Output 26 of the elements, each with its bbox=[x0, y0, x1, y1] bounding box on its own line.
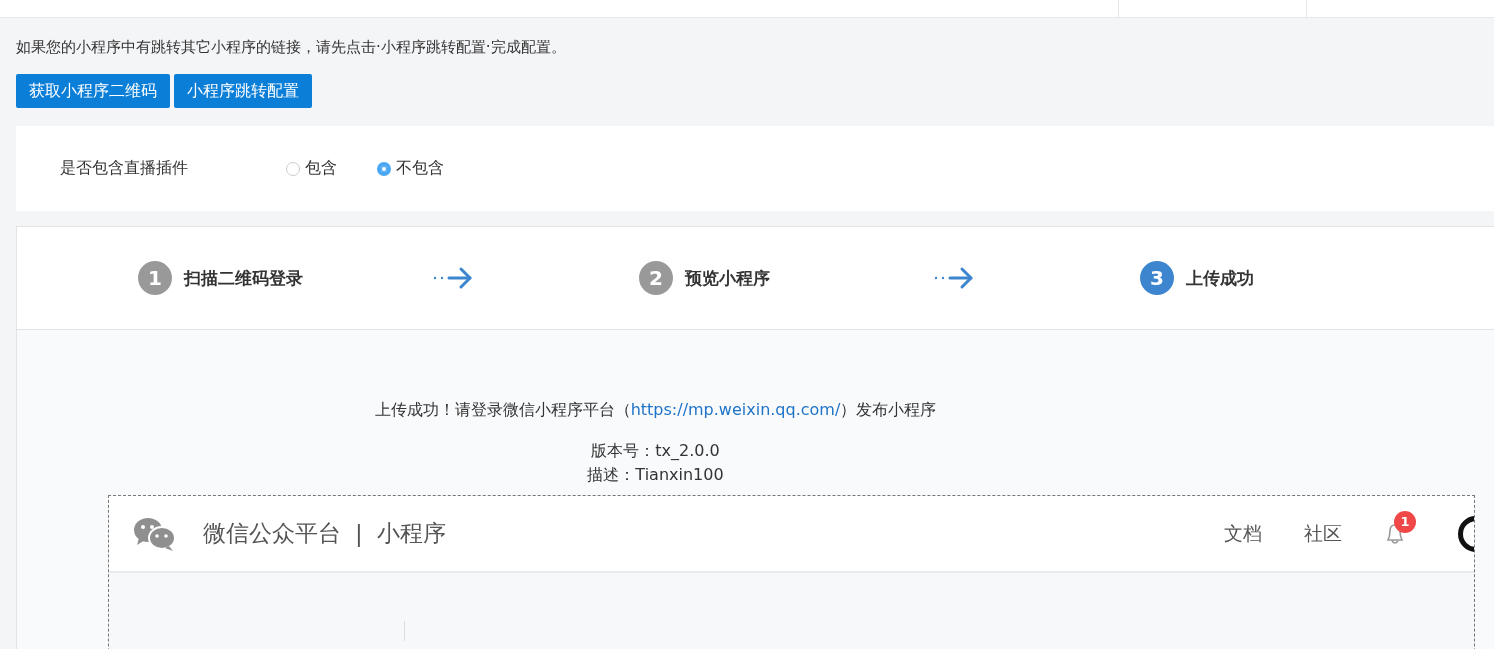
product-title: 小程序 bbox=[376, 519, 446, 548]
action-button[interactable]: 获取小程序二维码 bbox=[16, 74, 170, 108]
step-number: 3 bbox=[1140, 261, 1174, 295]
step-number: 1 bbox=[138, 261, 172, 295]
step-label: 预览小程序 bbox=[685, 266, 770, 290]
notice-text: 如果您的小程序中有跳转其它小程序的链接，请先点击·小程序跳转配置·完成配置。 bbox=[15, 37, 567, 58]
platform-link[interactable]: https://mp.weixin.qq.com/ bbox=[630, 400, 841, 419]
arrow-icon bbox=[432, 266, 474, 290]
arrow-icon bbox=[933, 266, 975, 290]
option-label: 是否包含直播插件 bbox=[60, 158, 189, 179]
chat-bubbles-icon bbox=[133, 516, 177, 551]
notification-badge: 1 bbox=[1394, 510, 1416, 533]
version-text: 版本号：tx_2.0.0 bbox=[591, 440, 721, 462]
description-text: 描述：Tianxin100 bbox=[587, 464, 725, 486]
success-message: 上传成功！请登录微信小程序平台（https://mp.weixin.qq.com/）发布小程序 bbox=[374, 400, 938, 421]
brand-title: 微信公众平台 bbox=[203, 519, 341, 548]
step-label: 扫描二维码登录 bbox=[184, 266, 303, 290]
radio-option[interactable]: 包含 bbox=[286, 158, 337, 179]
step-number: 2 bbox=[639, 261, 673, 295]
step-label: 上传成功 bbox=[1186, 266, 1254, 290]
action-button[interactable]: 小程序跳转配置 bbox=[174, 74, 312, 108]
title-separator: | bbox=[355, 520, 363, 547]
nav-link[interactable]: 文档 bbox=[1224, 520, 1262, 547]
radio-icon[interactable] bbox=[377, 161, 391, 176]
nav-link[interactable]: 社区 bbox=[1304, 520, 1342, 547]
radio-option[interactable]: 不包含 bbox=[377, 158, 444, 179]
